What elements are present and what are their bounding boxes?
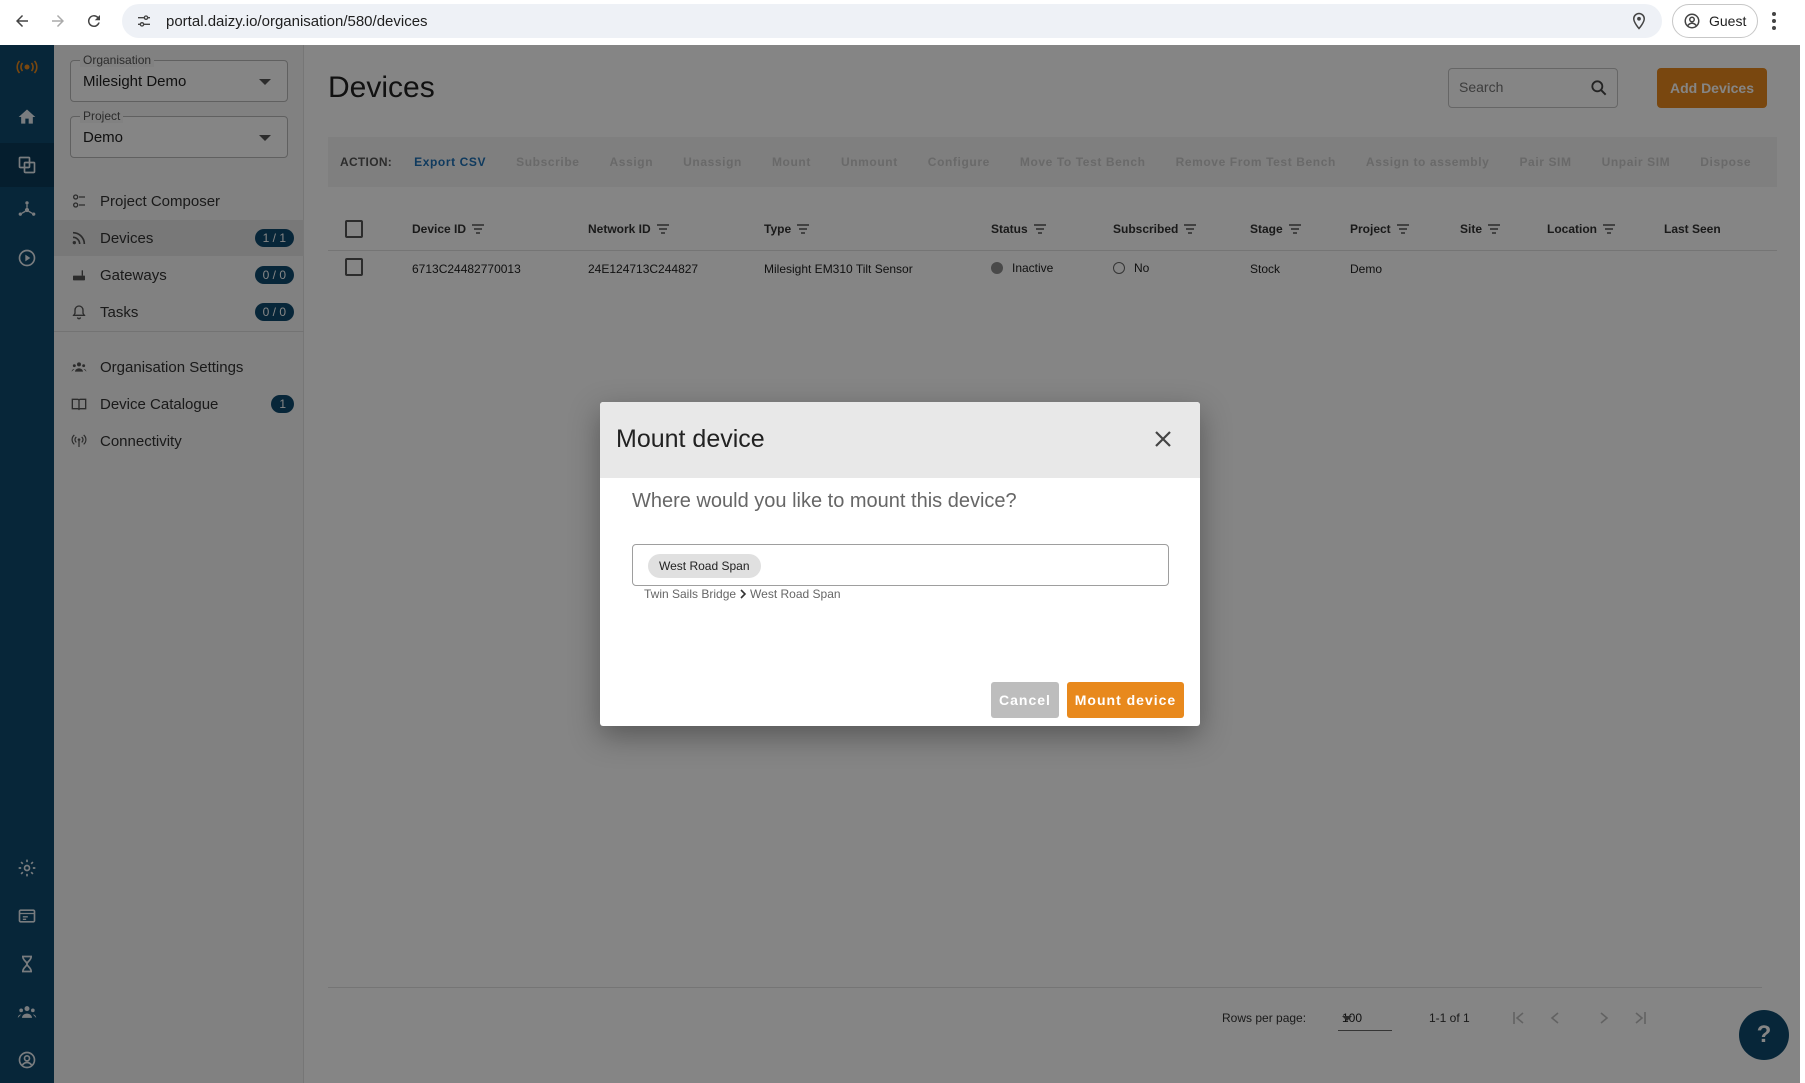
- selected-location-chip[interactable]: West Road Span: [648, 554, 761, 578]
- location-pin-icon[interactable]: [1630, 11, 1648, 36]
- profile-button[interactable]: Guest: [1672, 4, 1758, 38]
- browser-menu-icon[interactable]: [1770, 9, 1778, 38]
- dialog-question: Where would you like to mount this devic…: [632, 490, 1017, 512]
- chevron-right-icon: [740, 589, 747, 599]
- site-settings-icon[interactable]: [134, 11, 154, 31]
- dialog-title: Mount device: [616, 425, 765, 453]
- reload-icon[interactable]: [76, 3, 112, 39]
- close-icon[interactable]: [1148, 424, 1178, 454]
- window-edge: [1800, 45, 1805, 1083]
- location-breadcrumb: Twin Sails Bridge West Road Span: [644, 587, 841, 601]
- dialog-header: Mount device: [600, 402, 1200, 478]
- account-circle-icon: [1684, 13, 1700, 29]
- breadcrumb-root: Twin Sails Bridge: [644, 587, 737, 601]
- forward-icon[interactable]: [40, 3, 76, 39]
- mount-location-input[interactable]: West Road Span: [632, 544, 1169, 586]
- profile-label: Guest: [1709, 13, 1747, 29]
- breadcrumb-leaf: West Road Span: [750, 587, 841, 601]
- cancel-button[interactable]: Cancel: [991, 682, 1059, 718]
- address-bar[interactable]: portal.daizy.io/organisation/580/devices: [122, 4, 1662, 38]
- url-text: portal.daizy.io/organisation/580/devices: [166, 12, 428, 30]
- back-icon[interactable]: [4, 3, 40, 39]
- mount-device-button[interactable]: Mount device: [1067, 682, 1184, 718]
- mount-device-dialog: Mount device Where would you like to mou…: [600, 402, 1200, 726]
- browser-toolbar: portal.daizy.io/organisation/580/devices…: [0, 0, 1805, 42]
